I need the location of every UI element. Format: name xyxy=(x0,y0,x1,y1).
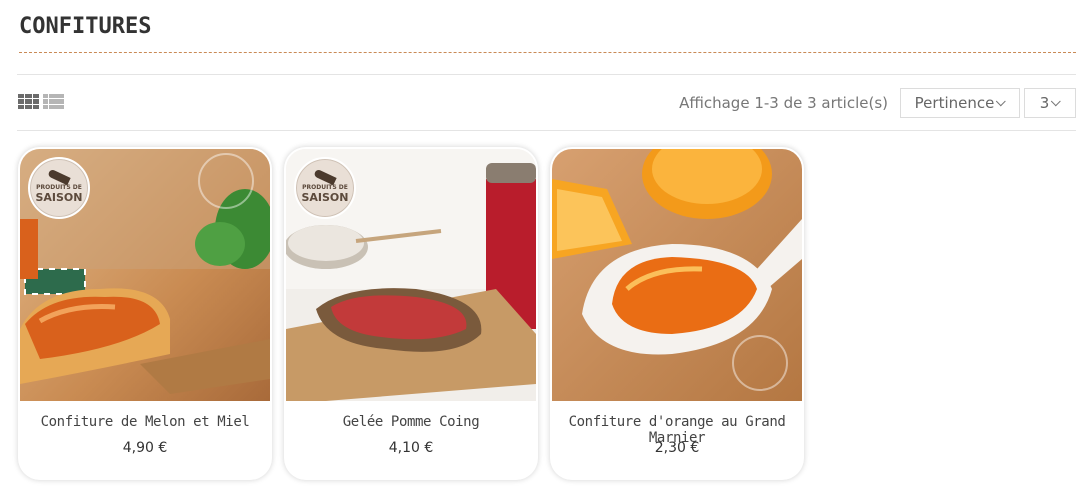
sort-select[interactable]: Pertinence xyxy=(900,88,1020,118)
product-name[interactable]: Confiture de Melon et Miel xyxy=(18,414,272,430)
product-image[interactable] xyxy=(552,149,802,401)
carrot-icon xyxy=(47,168,71,185)
product-card[interactable]: PRODUITS DE SAISON Gelée Pomme Coing 4,1… xyxy=(284,147,538,480)
homemade-stamp-icon xyxy=(732,335,788,391)
chevron-down-icon xyxy=(996,95,1007,106)
product-card[interactable]: Confiture d'orange au Grand Marnier 2,30… xyxy=(550,147,804,480)
product-price: 4,10 € xyxy=(388,440,434,456)
grid-view-icon[interactable] xyxy=(18,94,39,109)
product-name[interactable]: Gelée Pomme Coing xyxy=(284,414,538,430)
product-price: 2,30 € xyxy=(654,440,700,456)
view-toggle xyxy=(18,94,64,109)
product-card[interactable]: PRODUITS DE SAISON Confiture de Melon et… xyxy=(18,147,272,480)
toolbar-divider-top xyxy=(17,74,1076,75)
seasonal-badge: PRODUITS DE SAISON xyxy=(28,157,90,219)
title-divider xyxy=(19,52,1076,53)
product-count: Affichage 1-3 de 3 article(s) xyxy=(679,94,888,112)
homemade-stamp-icon xyxy=(198,153,254,209)
toolbar-divider-bottom xyxy=(17,130,1076,131)
chevron-down-icon xyxy=(1051,95,1062,106)
product-image[interactable]: PRODUITS DE SAISON xyxy=(286,149,536,401)
carrot-icon xyxy=(313,168,337,185)
list-view-icon[interactable] xyxy=(43,94,64,109)
product-image[interactable]: PRODUITS DE SAISON xyxy=(20,149,270,401)
per-page-value: 3 xyxy=(1039,94,1050,112)
page-title: CONFITURES xyxy=(19,14,152,39)
sort-select-value: Pertinence xyxy=(914,94,995,112)
seasonal-badge: PRODUITS DE SAISON xyxy=(294,157,356,219)
per-page-select[interactable]: 3 xyxy=(1024,88,1076,118)
product-price: 4,90 € xyxy=(122,440,168,456)
